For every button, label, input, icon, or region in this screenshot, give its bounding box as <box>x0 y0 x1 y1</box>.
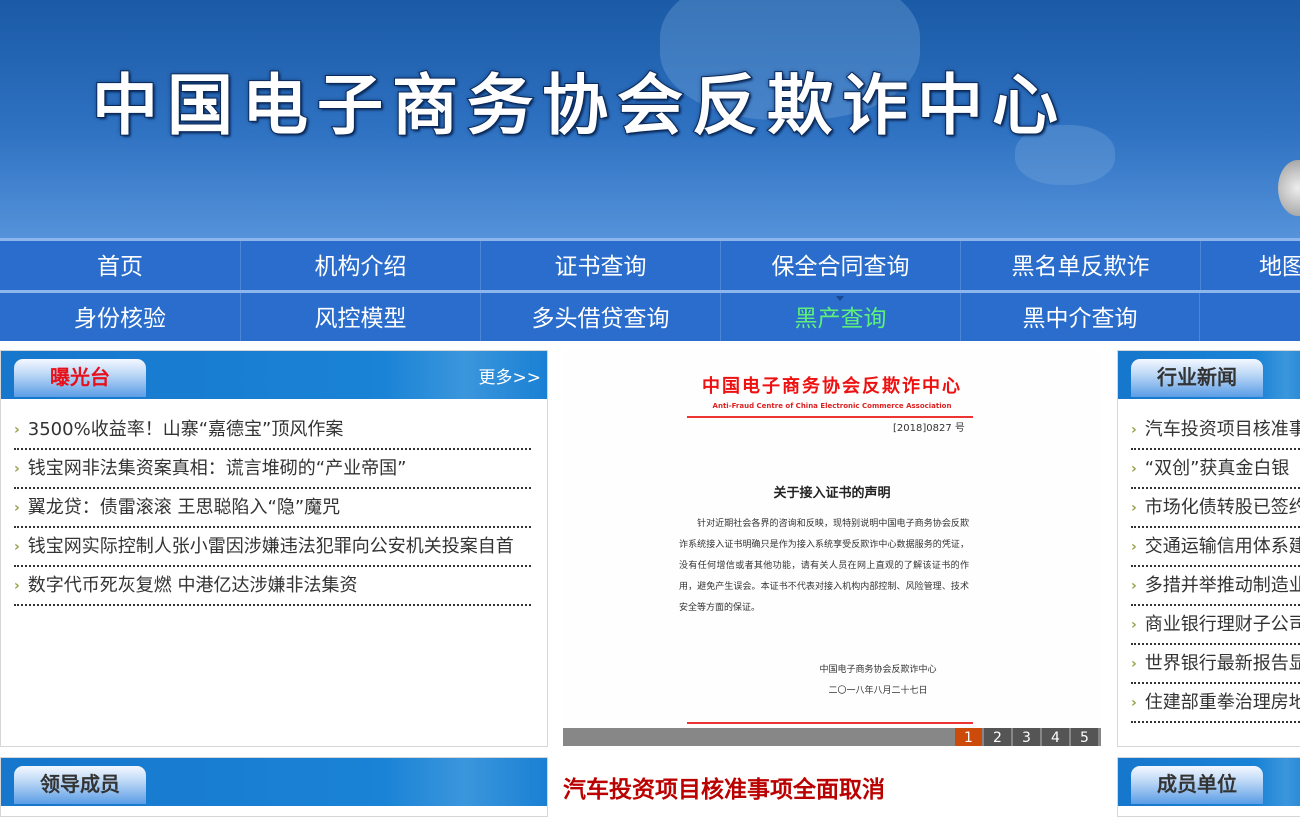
item-title[interactable]: 翼龙贷：债雷滚滚 王思聪陷入“隐”魔咒 <box>28 489 340 526</box>
chevron-right-icon: › <box>1131 616 1137 633</box>
chevron-right-icon: › <box>14 538 20 555</box>
doc-signature: 中国电子商务协会反欺诈中心 二〇一八年八月二十七日 <box>803 660 953 702</box>
list-item[interactable]: › 钱宝网非法集资案真相：谎言堆砌的“产业帝国” <box>14 450 531 489</box>
list-item[interactable]: › 商业银行理财子公司 <box>1131 606 1300 645</box>
list-item[interactable]: › 翼龙贷：债雷滚滚 王思聪陷入“隐”魔咒 <box>14 489 531 528</box>
item-title[interactable]: 钱宝网非法集资案真相：谎言堆砌的“产业帝国” <box>28 450 407 487</box>
page-2-button[interactable]: 2 <box>984 728 1011 746</box>
page-5-button[interactable]: 5 <box>1071 728 1098 746</box>
nav-about[interactable]: 机构介绍 <box>240 241 480 290</box>
slide-image[interactable]: 中国电子商务协会反欺诈中心 Anti-Fraud Centre of China… <box>563 350 1101 728</box>
item-title[interactable]: 数字代币死灰复燃 中港亿达涉嫌非法集资 <box>28 567 358 604</box>
page-3-button[interactable]: 3 <box>1013 728 1040 746</box>
chevron-right-icon: › <box>14 577 20 594</box>
leaders-panel: 领导成员 <box>0 757 548 817</box>
panel-title: 成员单位 <box>1131 766 1263 804</box>
main-nav-row-2: 身份核验 风控模型 多头借贷查询 黑产查询 黑中介查询 <box>0 290 1300 341</box>
nav-black-industry-query[interactable]: 黑产查询 <box>720 293 960 341</box>
list-item[interactable]: › 交通运输信用体系建 <box>1131 528 1300 567</box>
panel-header: 曝光台 更多>> <box>1 351 547 399</box>
item-title[interactable]: 3500%收益率！山寨“嘉德宝”顶风作案 <box>28 411 344 448</box>
chevron-right-icon: › <box>1131 655 1137 672</box>
list-item[interactable]: › 市场化债转股已签约 <box>1131 489 1300 528</box>
doc-title: 中国电子商务协会反欺诈中心 <box>702 376 962 397</box>
more-link[interactable]: 更多>> <box>479 363 542 388</box>
chevron-right-icon: › <box>1131 694 1137 711</box>
panel-header: 成员单位 <box>1118 758 1300 806</box>
exposure-panel: 曝光台 更多>> › 3500%收益率！山寨“嘉德宝”顶风作案 › 钱宝网非法集资案… <box>0 350 548 747</box>
list-item[interactable]: › 汽车投资项目核准事 <box>1131 411 1300 450</box>
slideshow: 中国电子商务协会反欺诈中心 Anti-Fraud Centre of China… <box>563 350 1101 746</box>
members-panel: 成员单位 <box>1117 757 1300 817</box>
list-item[interactable]: › 数字代币死灰复燃 中港亿达涉嫌非法集资 <box>14 567 531 606</box>
item-title[interactable]: 市场化债转股已签约 <box>1145 489 1300 526</box>
nav-contract-query[interactable]: 保全合同查询 <box>720 241 960 290</box>
item-title[interactable]: 汽车投资项目核准事 <box>1145 411 1300 448</box>
nav-certificate-query[interactable]: 证书查询 <box>480 241 720 290</box>
nav-risk-model[interactable]: 风控模型 <box>240 293 480 341</box>
chevron-right-icon: › <box>1131 499 1137 516</box>
doc-subtitle: Anti-Fraud Centre of China Electronic Co… <box>712 402 952 410</box>
site-banner: 中国电子商务协会反欺诈中心 <box>0 0 1300 238</box>
nav-home[interactable]: 首页 <box>0 241 240 290</box>
item-title[interactable]: 商业银行理财子公司 <box>1145 606 1300 643</box>
item-title[interactable]: 多措并举推动制造业 <box>1145 567 1300 604</box>
list-item[interactable]: › 钱宝网实际控制人张小雷因涉嫌违法犯罪向公安机关投案自首 <box>14 528 531 567</box>
industry-list: › 汽车投资项目核准事 › “双创”获真金白银 › 市场化债转股已签约 › 交通运输信用… <box>1118 399 1300 723</box>
item-title[interactable]: 世界银行最新报告显 <box>1145 645 1300 682</box>
list-item[interactable]: › 3500%收益率！山寨“嘉德宝”顶风作案 <box>14 411 531 450</box>
item-title[interactable]: 钱宝网实际控制人张小雷因涉嫌违法犯罪向公安机关投案自首 <box>28 528 514 565</box>
item-title[interactable]: “双创”获真金白银 <box>1145 450 1290 487</box>
divider <box>687 416 973 418</box>
item-title[interactable]: 住建部重拳治理房地 <box>1145 684 1300 721</box>
item-title[interactable]: 交通运输信用体系建 <box>1145 528 1300 565</box>
sign-org: 中国电子商务协会反欺诈中心 <box>819 665 937 675</box>
chevron-right-icon: › <box>14 421 20 438</box>
chevron-right-icon: › <box>1131 577 1137 594</box>
doc-heading: 关于接入证书的声明 <box>773 486 891 501</box>
nav-multi-loan-query[interactable]: 多头借贷查询 <box>480 293 720 341</box>
list-item[interactable]: › 世界银行最新报告显 <box>1131 645 1300 684</box>
page-1-button[interactable]: 1 <box>955 728 982 746</box>
page-4-button[interactable]: 4 <box>1042 728 1069 746</box>
panel-title: 领导成员 <box>14 766 146 804</box>
nav-blacklist[interactable]: 黑名单反欺诈 <box>960 241 1200 290</box>
sign-date: 二〇一八年八月二十七日 <box>828 686 928 696</box>
chevron-right-icon: › <box>1131 421 1137 438</box>
chevron-right-icon: › <box>1131 538 1137 555</box>
globe-icon <box>1278 160 1300 216</box>
list-item[interactable]: › “双创”获真金白银 <box>1131 450 1300 489</box>
doc-number: [2018]0827 号 <box>893 423 965 434</box>
panel-header: 领导成员 <box>1 758 547 806</box>
site-title: 中国电子商务协会反欺诈中心 <box>91 66 1067 145</box>
list-item[interactable]: › 住建部重拳治理房地 <box>1131 684 1300 723</box>
panel-title: 行业新闻 <box>1131 359 1263 397</box>
nav-map[interactable]: 地图 <box>1200 241 1300 290</box>
panel-title: 曝光台 <box>14 359 146 397</box>
panel-header: 行业新闻 <box>1118 351 1300 399</box>
chevron-right-icon: › <box>14 499 20 516</box>
industry-news-panel: 行业新闻 › 汽车投资项目核准事 › “双创”获真金白银 › 市场化债转股已签约 › 交… <box>1117 350 1300 747</box>
divider <box>687 722 973 724</box>
headline-link[interactable]: 汽车投资项目核准事项全面取消 <box>563 770 885 804</box>
chevron-right-icon: › <box>1131 460 1137 477</box>
slide-pager: 1 2 3 4 5 <box>563 728 1101 746</box>
exposure-list: › 3500%收益率！山寨“嘉德宝”顶风作案 › 钱宝网非法集资案真相：谎言堆砌的“… <box>1 399 547 606</box>
main-nav-row-1: 首页 机构介绍 证书查询 保全合同查询 黑名单反欺诈 地图 <box>0 238 1300 290</box>
nav-identity-verify[interactable]: 身份核验 <box>0 293 240 341</box>
list-item[interactable]: › 多措并举推动制造业 <box>1131 567 1300 606</box>
doc-body: 针对近期社会各界的咨询和反映，现特别说明中国电子商务协会反欺诈系统接入证书明确只… <box>679 519 969 613</box>
chevron-right-icon: › <box>14 460 20 477</box>
nav-black-agent-query[interactable]: 黑中介查询 <box>960 293 1200 341</box>
